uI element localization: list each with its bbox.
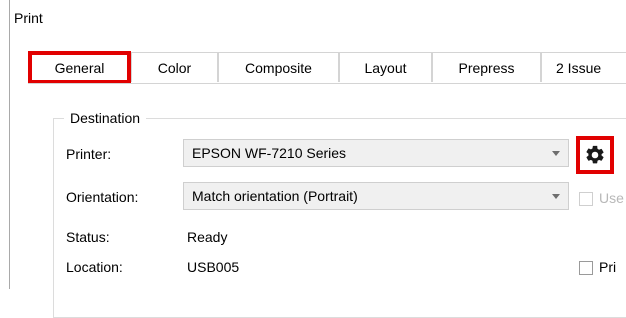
print-checkbox-label: Pri — [599, 259, 617, 275]
tab-layout-label: Layout — [364, 59, 407, 76]
tab-strip: General Color Composite Layout Prepress … — [28, 51, 626, 84]
tab-composite-label: Composite — [245, 59, 312, 76]
status-value: Ready — [187, 229, 228, 245]
orientation-select-value: Match orientation (Portrait) — [192, 188, 358, 204]
printer-select[interactable]: EPSON WF-7210 Series — [183, 139, 569, 167]
chevron-down-icon — [552, 151, 560, 156]
tab-panel-top-border — [28, 83, 626, 84]
tab-prepress-label: Prepress — [458, 59, 515, 76]
tab-color-label: Color — [157, 59, 192, 76]
orientation-select[interactable]: Match orientation (Portrait) — [183, 182, 569, 210]
tab-2-issue-label: 2 Issue — [556, 59, 602, 76]
status-label: Status: — [66, 229, 110, 245]
tab-general-label: General — [54, 59, 105, 76]
location-label: Location: — [66, 259, 123, 275]
tab-prepress[interactable]: Prepress — [432, 52, 541, 82]
orientation-label: Orientation: — [66, 189, 139, 205]
location-value: USB005 — [187, 259, 240, 275]
chevron-down-icon — [552, 194, 560, 199]
destination-legend: Destination — [64, 110, 147, 126]
tab-general[interactable]: General — [28, 51, 131, 84]
print-checkbox[interactable] — [579, 261, 593, 275]
tab-layout[interactable]: Layout — [339, 52, 432, 82]
printer-settings-button[interactable] — [576, 136, 614, 174]
tab-2-issue[interactable]: 2 Issue — [541, 52, 626, 82]
use-checkbox-label: Use — [599, 190, 624, 206]
use-checkbox[interactable] — [579, 192, 593, 206]
gear-icon — [586, 145, 604, 164]
printer-select-value: EPSON WF-7210 Series — [192, 145, 347, 161]
printer-label: Printer: — [66, 146, 112, 162]
tab-composite[interactable]: Composite — [218, 52, 339, 82]
window-left-edge — [9, 0, 10, 289]
dialog-title: Print — [14, 10, 43, 26]
tab-color[interactable]: Color — [131, 52, 218, 82]
